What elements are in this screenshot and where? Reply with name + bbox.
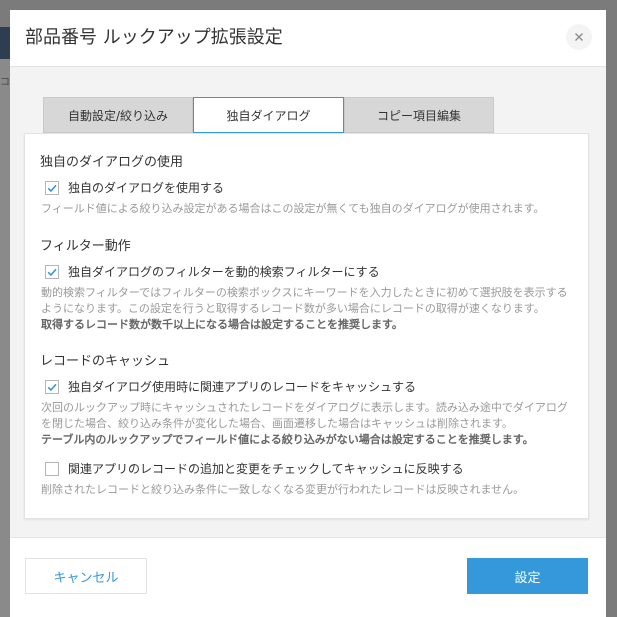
background-app-body xyxy=(0,59,10,617)
description-text: 次回のルックアップ時にキャッシュされたレコードをダイアログに表示します。読み込み… xyxy=(41,401,568,430)
tab-custom-dialog[interactable]: 独自ダイアログ xyxy=(193,97,344,133)
close-button[interactable] xyxy=(566,24,592,50)
cancel-button[interactable]: キャンセル xyxy=(25,558,147,594)
option-description: 動的検索フィルターではフィルターの検索ボックスにキーワードを入力したときに初めて… xyxy=(41,285,576,333)
lookup-settings-dialog: 部品番号 ルックアップ拡張設定 自動設定/絞り込み 独自ダイアログ コピー項目編… xyxy=(10,10,606,617)
checkbox-reflect-changes[interactable] xyxy=(45,461,59,476)
description-text: フィールド値による絞り込み設定がある場合はこの設定が無くても独自のダイアログが使… xyxy=(41,202,545,215)
description-text: 削除されたレコードと絞り込み条件に一致しなくなる変更が行われたレコードは反映され… xyxy=(41,483,525,496)
option-label: 独自のダイアログを使用する xyxy=(68,181,225,195)
dialog-header: 部品番号 ルックアップ拡張設定 xyxy=(10,10,606,67)
option-reflect-changes[interactable]: 関連アプリのレコードの追加と変更をチェックしてキャッシュに反映する xyxy=(45,460,464,477)
section-title-record-cache: レコードのキャッシュ xyxy=(40,354,171,369)
option-label: 独自ダイアログのフィルターを動的検索フィルターにする xyxy=(68,265,380,279)
section-title-filter-behavior: フィルター動作 xyxy=(40,239,131,254)
section-title-dialog-usage: 独自のダイアログの使用 xyxy=(40,155,184,170)
option-description: 削除されたレコードと絞り込み条件に一致しなくなる変更が行われたレコードは反映され… xyxy=(41,482,576,498)
dialog-footer: キャンセル 設定 xyxy=(10,537,606,617)
tab-copy-fields[interactable]: コピー項目編集 xyxy=(344,97,494,133)
checkbox-cache-records[interactable] xyxy=(45,379,59,394)
background-app-text: コ xyxy=(0,77,10,88)
option-dynamic-filter[interactable]: 独自ダイアログのフィルターを動的検索フィルターにする xyxy=(45,263,380,280)
dialog-title: 部品番号 ルックアップ拡張設定 xyxy=(25,27,283,48)
check-icon xyxy=(47,383,57,391)
option-label: 独自ダイアログ使用時に関連アプリのレコードをキャッシュする xyxy=(68,380,417,394)
option-cache-records[interactable]: 独自ダイアログ使用時に関連アプリのレコードをキャッシュする xyxy=(45,378,416,395)
check-icon xyxy=(47,184,57,192)
description-text: 動的検索フィルターではフィルターの検索ボックスにキーワードを入力したときに初めて… xyxy=(41,286,568,315)
description-recommendation: テーブル内のルックアップでフィールド値による絞り込みがない場合は設定することを推… xyxy=(41,433,534,446)
option-label: 関連アプリのレコードの追加と変更をチェックしてキャッシュに反映する xyxy=(68,462,464,476)
check-icon xyxy=(47,268,57,276)
option-description: フィールド値による絞り込み設定がある場合はこの設定が無くても独自のダイアログが使… xyxy=(41,201,576,217)
close-icon xyxy=(575,33,583,41)
description-recommendation: 取得するレコード数が数千以上になる場合は設定することを推奨します。 xyxy=(41,318,403,331)
settings-panel: 独自のダイアログの使用 独自のダイアログを使用する フィールド値による絞り込み設… xyxy=(24,133,589,519)
background-app-header xyxy=(0,27,10,59)
save-settings-button[interactable]: 設定 xyxy=(467,558,588,594)
checkbox-use-custom-dialog[interactable] xyxy=(45,180,59,195)
option-use-custom-dialog[interactable]: 独自のダイアログを使用する xyxy=(45,179,224,196)
tab-auto-filter[interactable]: 自動設定/絞り込み xyxy=(43,97,193,133)
settings-tabs: 自動設定/絞り込み 独自ダイアログ コピー項目編集 xyxy=(43,97,494,133)
checkbox-dynamic-filter[interactable] xyxy=(45,264,59,279)
option-description: 次回のルックアップ時にキャッシュされたレコードをダイアログに表示します。読み込み… xyxy=(41,400,576,448)
